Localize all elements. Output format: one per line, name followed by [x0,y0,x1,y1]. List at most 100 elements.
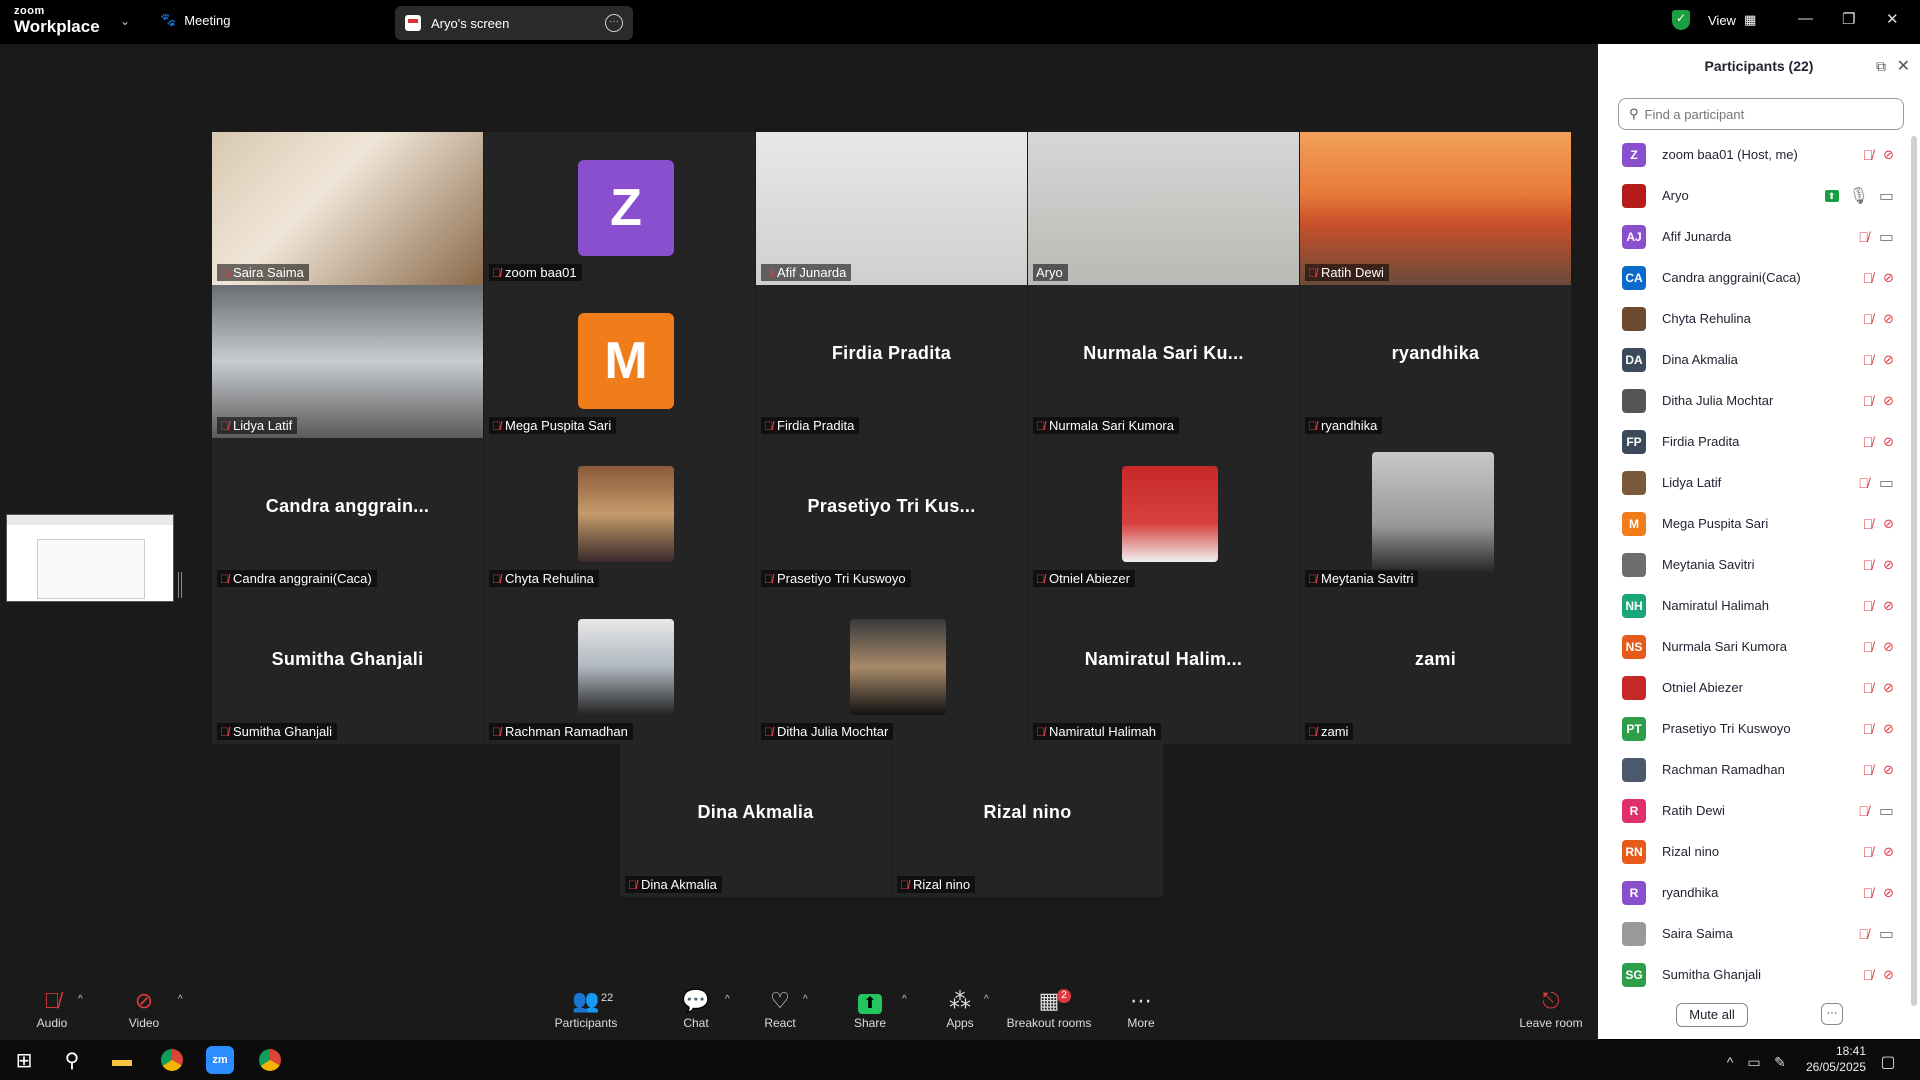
participant-row[interactable]: CA Candra anggraini(Caca) 🎙̸ ⊘ [1598,257,1920,298]
video-tile[interactable]: 🎙̸ Rachman Ramadhan [484,591,755,744]
more-options-icon[interactable]: ··· [605,14,623,32]
encryption-shield-icon[interactable] [1672,10,1690,30]
video-tile[interactable]: Prasetiyo Tri Kus... 🎙̸ Prasetiyo Tri Kusw… [756,438,1027,591]
participant-row[interactable]: Meytania Savitri 🎙̸ ⊘ [1598,544,1920,585]
mic-muted-icon[interactable]: 🎙̸ [1863,516,1874,532]
mic-muted-icon[interactable]: 🎙̸ [1863,680,1874,696]
video-tile[interactable]: Rizal nino 🎙̸ Rizal nino [892,744,1163,897]
network-icon[interactable]: ▭ [1740,1048,1768,1076]
chevron-down-icon[interactable]: ⌄ [120,14,130,28]
camera-off-icon[interactable]: ⊘ [1883,311,1894,327]
mic-muted-icon[interactable]: 🎙̸ [1863,311,1874,327]
camera-off-icon[interactable]: ⊘ [1883,516,1894,532]
mic-muted-icon[interactable]: 🎙̸ [1863,393,1874,409]
mic-muted-icon[interactable]: 🎙̸ [1863,721,1874,737]
video-tile[interactable]: Namiratul Halim... 🎙̸ Namiratul Halimah [1028,591,1299,744]
video-tile[interactable]: 🎙̸ Meytania Savitri [1300,438,1571,591]
video-tile[interactable]: zami 🎙̸ zami [1300,591,1571,744]
more-button[interactable]: ⋯ More [1124,988,1158,1030]
camera-off-icon[interactable]: ⊘ [1883,885,1894,901]
participant-row[interactable]: PT Prasetiyo Tri Kuswoyo 🎙̸ ⊘ [1598,708,1920,749]
camera-icon[interactable]: ▭ [1879,924,1894,944]
resize-handle[interactable] [178,572,182,598]
participant-row[interactable]: M Mega Puspita Sari 🎙̸ ⊘ [1598,503,1920,544]
video-tile[interactable]: Aryo [1028,132,1299,285]
mute-all-button[interactable]: Mute all [1676,1003,1748,1027]
participant-row[interactable]: NS Nurmala Sari Kumora 🎙̸ ⊘ [1598,626,1920,667]
audio-caret-icon[interactable]: ^ [78,994,83,1005]
camera-off-icon[interactable]: ⊘ [1883,721,1894,737]
breakout-rooms-button[interactable]: ▦ Breakout rooms [1004,988,1094,1030]
view-button[interactable]: View ▦ [1708,12,1756,28]
mic-muted-icon[interactable]: 🎙̸ [1863,434,1874,450]
participant-row[interactable]: Rryandhika 🎙̸ ⊘ [1598,872,1920,913]
video-tile[interactable]: 🎙̸ Chyta Rehulina [484,438,755,591]
camera-off-icon[interactable]: ⊘ [1883,557,1894,573]
camera-icon[interactable]: ▭ [1879,801,1894,821]
video-tile[interactable]: M 🎙̸ Mega Puspita Sari [484,285,755,438]
react-caret-icon[interactable]: ^ [803,994,808,1005]
apps-caret-icon[interactable]: ^ [984,994,989,1005]
camera-off-icon[interactable]: ⊘ [1883,270,1894,286]
mic-muted-icon[interactable]: 🎙̸ [1863,885,1874,901]
close-panel-icon[interactable]: ✕ [1897,56,1910,76]
search-input[interactable] [1644,106,1885,122]
participant-row[interactable]: AJ Afif Junarda 🎙̸ ▭ [1598,216,1920,257]
mic-muted-icon[interactable]: 🎙̸ [1863,270,1874,286]
scrollbar[interactable] [1911,136,1917,1006]
maximize-icon[interactable]: ❐ [1842,10,1855,28]
windows-start-icon[interactable]: ⊞ [10,1046,38,1074]
participant-row[interactable]: Saira Saima 🎙̸ ▭ [1598,913,1920,954]
close-icon[interactable]: ✕ [1886,10,1899,28]
participant-row[interactable]: Otniel Abiezer 🎙̸ ⊘ [1598,667,1920,708]
participant-row[interactable]: Rachman Ramadhan 🎙̸ ⊘ [1598,749,1920,790]
zoom-app-icon[interactable]: zm [206,1046,234,1074]
mic-icon[interactable]: 🎙 [1849,186,1869,206]
participant-row[interactable]: RN Rizal nino 🎙̸ ⊘ [1598,831,1920,872]
video-tile[interactable]: 🎙̸ Lidya Latif [212,285,483,438]
participant-row[interactable]: SG Sumitha Ghanjali 🎙̸ ⊘ [1598,954,1920,995]
pen-icon[interactable]: ✎ [1766,1048,1794,1076]
system-clock[interactable]: 18:41 26/05/2025 [1806,1043,1866,1075]
notification-icon[interactable]: ▢ [1874,1048,1902,1076]
mic-muted-icon[interactable]: 🎙̸ [1863,762,1874,778]
meeting-button[interactable]: 🐾 Meeting [160,12,230,28]
mic-muted-icon[interactable]: 🎙̸ [1863,147,1874,163]
chrome-icon[interactable] [158,1046,186,1074]
video-tile[interactable]: 🎙̸ Saira Saima [212,132,483,285]
camera-off-icon[interactable]: ⊘ [1883,393,1894,409]
camera-off-icon[interactable]: ⊘ [1883,844,1894,860]
share-button[interactable]: ⬆ Share [850,988,890,1030]
participant-row[interactable]: Zzoom baa01 (Host, me) 🎙̸ ⊘ [1598,134,1920,175]
video-tile[interactable]: Nurmala Sari Ku... 🎙̸ Nurmala Sari Kumora [1028,285,1299,438]
camera-off-icon[interactable]: ⊘ [1883,147,1894,163]
camera-icon[interactable]: ▭ [1879,227,1894,247]
camera-off-icon[interactable]: ⊘ [1883,762,1894,778]
chrome-profile-icon[interactable] [256,1046,284,1074]
participant-row[interactable]: Chyta Rehulina 🎙̸ ⊘ [1598,298,1920,339]
participant-row[interactable]: FP Firdia Pradita 🎙̸ ⊘ [1598,421,1920,462]
camera-off-icon[interactable]: ⊘ [1883,352,1894,368]
mic-muted-icon[interactable]: 🎙̸ [1863,352,1874,368]
mic-muted-icon[interactable]: 🎙̸ [1863,639,1874,655]
video-tile[interactable]: 🎙̸ Ditha Julia Mochtar [756,591,1027,744]
file-explorer-icon[interactable]: ▬ [108,1046,136,1074]
video-tile[interactable]: Firdia Pradita 🎙̸ Firdia Pradita [756,285,1027,438]
screen-share-pill[interactable]: Aryo's screen ··· [395,6,633,40]
leave-room-button[interactable]: ⎋ Leave room [1516,988,1586,1030]
mic-muted-icon[interactable]: 🎙̸ [1863,967,1874,983]
participant-row[interactable]: DA Dina Akmalia 🎙̸ ⊘ [1598,339,1920,380]
mic-muted-icon[interactable]: 🎙̸ [1858,803,1869,819]
video-tile[interactable]: ryandhika 🎙̸ ryandhika [1300,285,1571,438]
apps-button[interactable]: ⁂ Apps [942,988,978,1030]
mic-muted-icon[interactable]: 🎙̸ [1863,557,1874,573]
video-tile[interactable]: Dina Akmalia 🎙̸ Dina Akmalia [620,744,891,897]
video-button[interactable]: ⊘ Video [122,988,166,1030]
pop-out-icon[interactable]: ⧉ [1876,58,1886,75]
chat-caret-icon[interactable]: ^ [725,994,730,1005]
camera-off-icon[interactable]: ⊘ [1883,434,1894,450]
video-tile[interactable]: 🎙̸ Ratih Dewi [1300,132,1571,285]
participant-row[interactable]: R Ratih Dewi 🎙̸ ▭ [1598,790,1920,831]
more-options-button[interactable]: ··· [1821,1003,1843,1025]
mic-muted-icon[interactable]: 🎙̸ [1863,598,1874,614]
